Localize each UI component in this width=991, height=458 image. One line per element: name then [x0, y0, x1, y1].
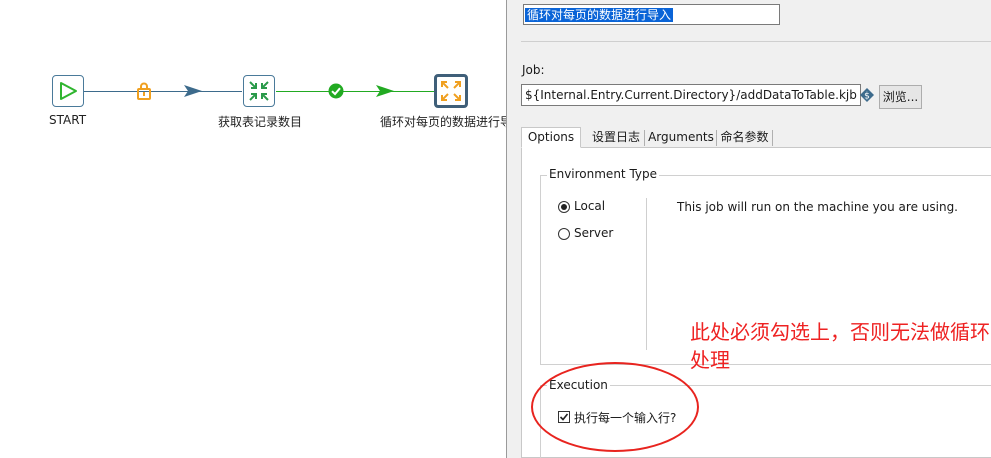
- play-icon: [60, 82, 77, 100]
- node-label-loop-import: 循环对每页的数据进行导入: [380, 115, 506, 129]
- variable-diamond-icon: $: [860, 88, 874, 102]
- job-canvas[interactable]: START 获取表记录数目 循环对每页的数据进行导入: [0, 0, 506, 458]
- annotation-ellipse: [531, 362, 699, 452]
- arrows-outward-icon: [441, 81, 461, 101]
- browse-button[interactable]: 浏览...: [879, 85, 922, 109]
- entry-name-field[interactable]: 循环对每页的数据进行导入: [523, 4, 780, 25]
- tab-named-params[interactable]: 命名参数: [717, 128, 772, 148]
- node-start[interactable]: [52, 75, 84, 107]
- tab-divider: [644, 130, 645, 146]
- node-get-record-count[interactable]: [243, 75, 275, 107]
- tab-divider: [772, 130, 773, 146]
- job-label: Job:: [522, 63, 545, 77]
- lock-icon: [137, 82, 151, 100]
- job-entry-dialog: 循环对每页的数据进行导入 Job: ${Internal.Entry.Curre…: [506, 0, 991, 458]
- environment-description: This job will run on the machine you are…: [677, 200, 958, 214]
- hop-arrow-icon: [376, 85, 394, 97]
- radio-local[interactable]: [558, 201, 570, 213]
- hop-arrow-icon: [184, 85, 202, 97]
- node-loop-import[interactable]: [434, 74, 468, 108]
- tab-arguments[interactable]: Arguments: [646, 128, 716, 148]
- radio-server-label[interactable]: Server: [574, 226, 613, 240]
- environment-type-title: Environment Type: [547, 167, 659, 181]
- hop-line-count-to-loop[interactable]: [276, 91, 435, 92]
- arrows-inward-icon: [249, 81, 269, 101]
- tab-logging[interactable]: 设置日志: [587, 128, 645, 148]
- check-circle-icon: [328, 83, 344, 99]
- radio-local-label[interactable]: Local: [574, 199, 605, 213]
- entry-name-selected-text: 循环对每页的数据进行导入: [525, 8, 674, 22]
- svg-text:$: $: [864, 92, 870, 102]
- tab-options[interactable]: Options: [521, 127, 581, 148]
- hop-line-start-to-count[interactable]: [84, 91, 242, 92]
- environment-divider: [646, 198, 647, 350]
- job-path-field[interactable]: ${Internal.Entry.Current.Directory}/addD…: [521, 84, 861, 106]
- node-label-get-record-count: 获取表记录数目: [218, 115, 303, 129]
- separator: [521, 41, 991, 42]
- annotation-note: 此处必须勾选上，否则无法做循环处理: [690, 320, 990, 372]
- node-label-start: START: [49, 113, 87, 127]
- radio-server[interactable]: [558, 228, 570, 240]
